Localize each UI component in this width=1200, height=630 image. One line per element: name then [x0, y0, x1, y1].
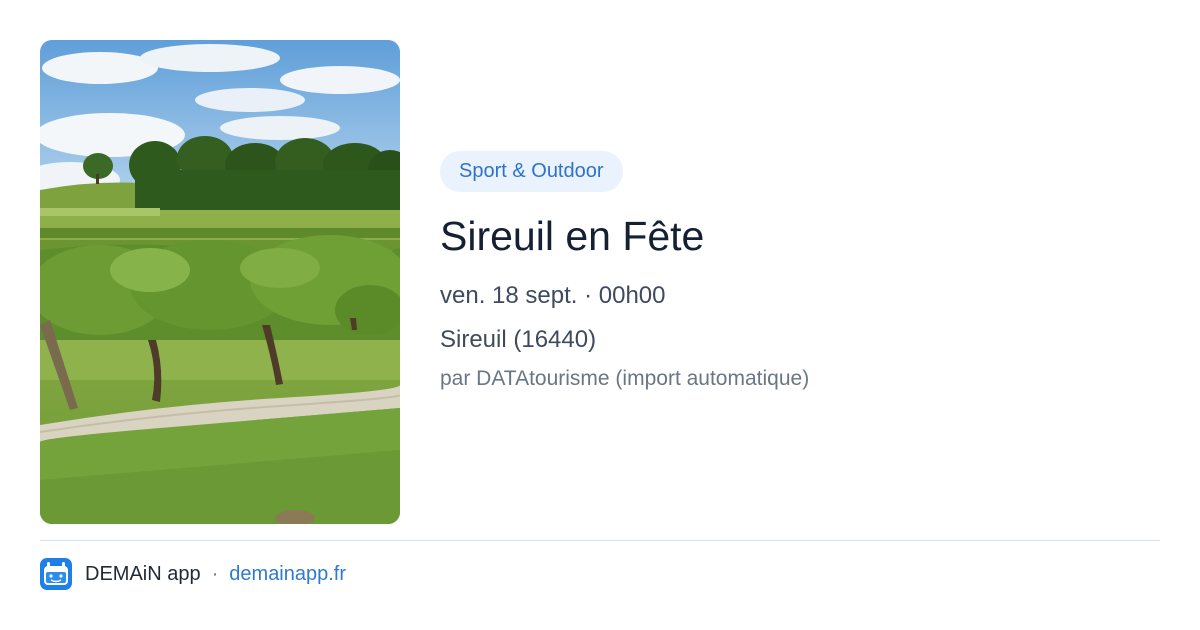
- demain-app-icon: [40, 558, 72, 590]
- footer-divider: [40, 540, 1160, 541]
- app-name: DEMAiN app: [85, 562, 201, 585]
- event-title: Sireuil en Fête: [440, 213, 705, 259]
- category-badge[interactable]: Sport & Outdoor: [440, 151, 623, 192]
- app-domain-link[interactable]: demainapp.fr: [229, 563, 346, 586]
- event-organizer: par DATAtourisme (import automatique): [440, 367, 810, 390]
- event-location: Sireuil (16440): [440, 326, 597, 353]
- event-date: ven. 18 sept. · 00h00: [440, 282, 666, 309]
- event-photo: [40, 40, 400, 524]
- footer: DEMAiN app · demainapp.fr: [40, 558, 346, 590]
- footer-separator: ·: [211, 562, 219, 585]
- event-info: Sport & Outdoor Sireuil en Fête ven. 18 …: [440, 151, 1160, 394]
